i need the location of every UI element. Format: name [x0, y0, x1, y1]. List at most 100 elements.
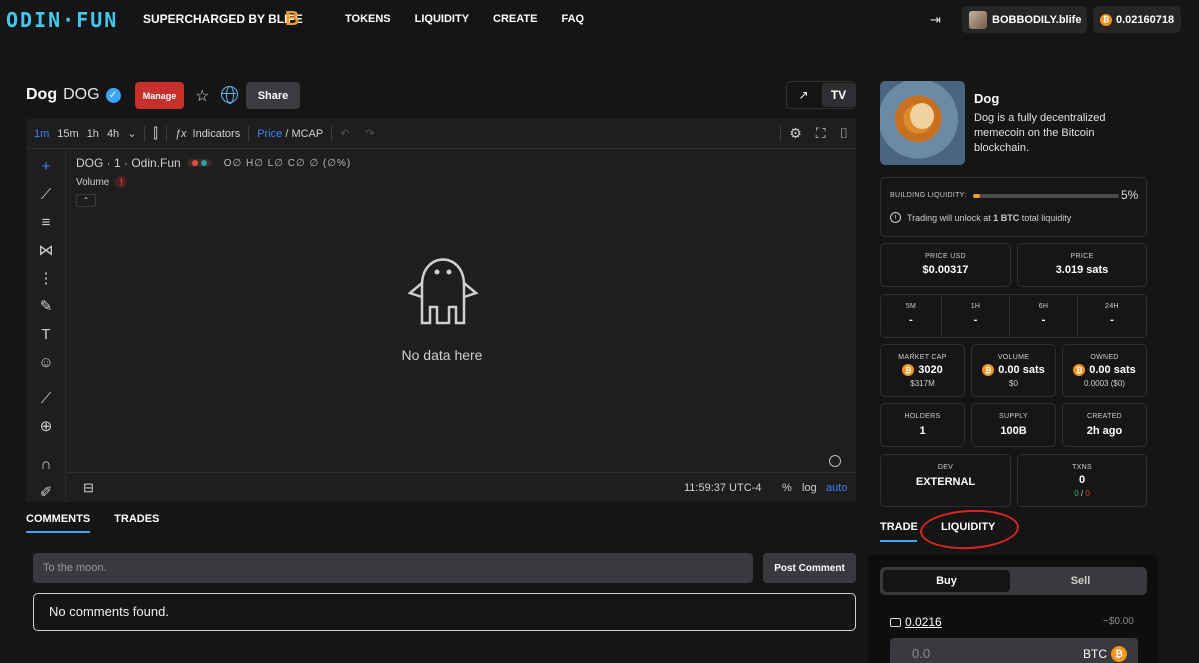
warning-icon: ! [115, 176, 128, 188]
comment-input[interactable] [33, 553, 753, 583]
volume-usd: $0 [1009, 379, 1018, 388]
brush-icon[interactable]: ✎ [37, 298, 55, 316]
chart-type-toggle: ↗ TV [786, 81, 856, 109]
tradingview-icon[interactable]: TV [822, 83, 855, 107]
chart-settings-icon[interactable] [829, 455, 841, 467]
balance-button[interactable]: ₿ 0.02160718 [1093, 6, 1181, 33]
nav-link-liquidity[interactable]: LIQUIDITY [415, 13, 469, 25]
token-name: Dog [26, 86, 58, 103]
bitcoin-icon: ₿ [1111, 646, 1127, 662]
timeframe-1h[interactable]: 1h [87, 128, 99, 140]
nav-link-faq[interactable]: FAQ [561, 13, 584, 25]
avatar [969, 10, 987, 29]
ruler-icon[interactable]: ⟋ [37, 390, 55, 408]
owned-sub: 0.0003 ($0) [1084, 379, 1125, 388]
market-cap-value: ₿ 3020 [881, 364, 964, 376]
tab-trades[interactable]: TRADES [114, 513, 159, 525]
token-ticker: DOG [63, 86, 100, 103]
bitcoin-icon: ₿ [1100, 13, 1112, 26]
lock-drawing-icon[interactable]: ✐ [37, 484, 55, 502]
txns-label: TXNS [1072, 464, 1092, 471]
undo-icon[interactable]: ↶ [340, 127, 349, 140]
holders-card: HOLDERS 1 [880, 403, 965, 447]
blife-logo-icon: B [285, 8, 300, 30]
market-cap-card: MARKET CAP ₿ 3020 $317M [880, 344, 965, 397]
function-icon[interactable]: ƒx [175, 128, 187, 140]
nav-link-tokens[interactable]: TOKENS [345, 13, 391, 25]
bitcoin-icon: ₿ [902, 364, 915, 376]
wallet-amount[interactable]: 0.0216 [905, 615, 942, 629]
active-tab-indicator [26, 531, 90, 533]
percent-toggle[interactable]: % [782, 482, 792, 494]
globe-icon[interactable] [221, 86, 238, 104]
supply-label: SUPPLY [999, 413, 1028, 420]
created-card: CREATED 2h ago [1062, 403, 1147, 447]
tab-trade[interactable]: TRADE [880, 521, 918, 533]
txns-split: 0 / 0 [1074, 489, 1090, 498]
crosshair-icon[interactable]: + [37, 158, 55, 176]
auto-toggle[interactable]: auto [826, 482, 847, 494]
created-label: CREATED [1086, 413, 1123, 420]
price-sats-card: PRICE 3.019 sats [1017, 243, 1147, 287]
log-toggle[interactable]: log [802, 482, 817, 494]
buy-button[interactable]: Buy [883, 570, 1010, 592]
zoom-in-icon[interactable]: ⊕ [37, 418, 55, 436]
price-toggle[interactable]: Price [257, 128, 282, 140]
token-card-name: Dog [974, 91, 1000, 106]
amount-placeholder: 0.0 [912, 646, 931, 661]
pattern-icon[interactable]: ⋈ [37, 242, 55, 260]
fib-lines-icon[interactable]: ≡ [37, 214, 55, 232]
amount-input[interactable]: 0.0 BTC ₿ [890, 638, 1138, 663]
dev-label: DEV [937, 464, 954, 471]
timeframe-15m[interactable]: 15m [57, 128, 78, 140]
bitcoin-icon: ₿ [1073, 364, 1086, 376]
nav-links: TOKENS LIQUIDITY CREATE FAQ [345, 13, 584, 25]
date-range-icon[interactable]: ⊟ [83, 480, 94, 496]
post-comment-button[interactable]: Post Comment [763, 553, 856, 583]
redo-icon[interactable]: ↷ [365, 127, 374, 140]
mcap-toggle[interactable]: MCAP [291, 128, 323, 140]
trade-panel: Buy Sell 0.0216 ~$0.00 0.0 BTC ₿ [868, 555, 1159, 663]
timeframe-1m[interactable]: 1m [34, 128, 49, 140]
currency-selector[interactable]: BTC ₿ [1083, 646, 1131, 662]
chart-toolbar: 1m 15m 1h 4h ⌄ ⫿ ƒx Indicators Price / M… [26, 119, 856, 149]
manage-button[interactable]: Manage [135, 82, 184, 109]
bitcoin-icon: ₿ [982, 364, 995, 376]
logout-icon[interactable]: ⇥ [930, 12, 944, 27]
token-header: Dog DOG ✓ [26, 86, 121, 104]
txns-card: TXNS 0 0 / 0 [1017, 454, 1147, 507]
odin-fun-logo[interactable]: ODIN·FUN [6, 8, 118, 32]
line-chart-icon[interactable]: ↗ [787, 83, 820, 107]
indicators-button[interactable]: Indicators [193, 128, 241, 140]
collapse-legend-button[interactable]: ⌃ [76, 194, 96, 207]
dev-value: EXTERNAL [915, 476, 976, 488]
price-chart: 1m 15m 1h 4h ⌄ ⫿ ƒx Indicators Price / M… [26, 119, 856, 502]
trendline-icon[interactable]: ⟋ [37, 186, 55, 204]
emoji-icon[interactable]: ☺ [37, 354, 55, 372]
magnet-icon[interactable]: ∩ [37, 456, 55, 474]
token-description: Dog is a fully decentralized memecoin on… [974, 112, 1106, 154]
camera-icon[interactable]: ⌷ [840, 125, 848, 142]
candlestick-icon[interactable]: ⫿ [153, 125, 157, 142]
wallet-icon [890, 617, 901, 627]
chevron-down-icon[interactable]: ⌄ [127, 127, 136, 140]
user-profile-button[interactable]: BOBBODILY.blife [962, 6, 1087, 33]
text-icon[interactable]: T [37, 326, 55, 344]
liquidity-progress-card: BUILDING LIQUIDITY: 5% i Trading will un… [880, 177, 1147, 237]
nav-link-create[interactable]: CREATE [493, 13, 537, 25]
settings-icon[interactable]: ⚙ [789, 125, 802, 142]
share-button[interactable]: Share [246, 82, 300, 109]
fullscreen-icon[interactable]: ⛶ [816, 125, 826, 142]
ghost-icon [407, 258, 479, 325]
change-6h: 6H - [1010, 295, 1078, 337]
market-cap-usd: $317M [910, 379, 935, 388]
tab-comments[interactable]: COMMENTS [26, 513, 90, 525]
price-usd-label: PRICE USD [925, 253, 966, 260]
timeframe-4h[interactable]: 4h [107, 128, 119, 140]
username: BOBBODILY.blife [992, 13, 1082, 26]
star-icon[interactable]: ☆ [195, 86, 209, 106]
price-sats-value: 3.019 sats [1055, 264, 1109, 276]
forecast-icon[interactable]: ⋮ [37, 270, 55, 288]
sell-button[interactable]: Sell [1017, 570, 1144, 592]
status-dots [186, 159, 212, 167]
